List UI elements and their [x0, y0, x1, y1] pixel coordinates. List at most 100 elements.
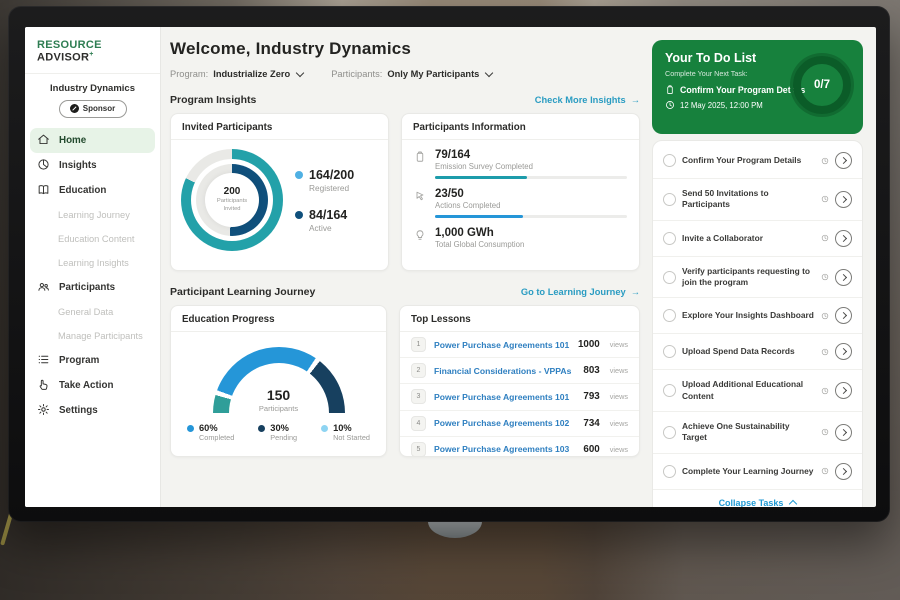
checkbox[interactable]: [663, 465, 676, 478]
clock-icon: [821, 428, 829, 436]
learning-journey-heading: Participant Learning Journey: [170, 286, 315, 298]
sidebar-item-manage-participants[interactable]: Manage Participants: [25, 324, 160, 348]
clock-icon: [821, 348, 829, 356]
participants-filter-label: Participants:: [331, 69, 382, 79]
chevron-right-button[interactable]: [835, 230, 852, 247]
task-label: Upload Spend Data Records: [682, 346, 815, 357]
chevron-right-button[interactable]: [835, 191, 852, 208]
sidebar-item-learning-journey[interactable]: Learning Journey: [25, 203, 160, 227]
sidebar-item-participants[interactable]: Participants: [25, 275, 160, 300]
task-row-upload-educational-content[interactable]: Upload Additional Educational Content: [653, 370, 862, 412]
task-row-achieve-sustainability-target[interactable]: Achieve One Sustainability Target: [653, 412, 862, 454]
sidebar-item-take-action[interactable]: Take Action: [25, 373, 160, 398]
task-label: Invite a Collaborator: [682, 233, 815, 244]
checkbox[interactable]: [663, 232, 676, 245]
lesson-views: 600: [583, 444, 599, 455]
task-label: Send 50 Invitations to Participants: [682, 188, 815, 211]
lesson-row[interactable]: 1 Power Purchase Agreements 101 1000 vie…: [400, 332, 639, 358]
task-label: Complete Your Learning Journey: [682, 466, 815, 477]
program-dropdown[interactable]: Program: Industrialize Zero: [170, 69, 303, 79]
gear-icon: [37, 403, 51, 417]
chevron-right-button[interactable]: [835, 307, 852, 324]
brand-secondary: ADVISOR: [37, 52, 89, 64]
checkbox[interactable]: [663, 271, 676, 284]
lesson-link[interactable]: Financial Considerations - VPPAs: [434, 366, 575, 376]
chevron-right-button[interactable]: [835, 463, 852, 480]
task-row-upload-spend-data[interactable]: Upload Spend Data Records: [653, 334, 862, 370]
task-label: Achieve One Sustainability Target: [682, 421, 815, 444]
consumption-row: 1,000 GWh Total Global Consumption: [414, 227, 627, 249]
donut-center-value: 200: [224, 186, 241, 197]
card-title: Participants Information: [402, 114, 639, 140]
registered-dot-icon: [295, 171, 303, 179]
lesson-link[interactable]: Power Purchase Agreements 101: [434, 392, 575, 402]
task-row-complete-learning-journey[interactable]: Complete Your Learning Journey: [653, 454, 862, 490]
sidebar-item-home[interactable]: Home: [30, 128, 155, 153]
task-row-invite-collaborator[interactable]: Invite a Collaborator: [653, 221, 862, 257]
checkbox[interactable]: [663, 384, 676, 397]
lesson-row[interactable]: 4 Power Purchase Agreements 102 734 view…: [400, 411, 639, 437]
sidebar-item-learning-insights[interactable]: Learning Insights: [25, 251, 160, 275]
card-title: Education Progress: [171, 306, 386, 332]
main-content: Welcome, Industry Dynamics Program: Indu…: [170, 27, 640, 507]
not-started-label: Not Started: [333, 433, 370, 442]
actions-completed-row: 23/50 Actions Completed: [414, 188, 627, 218]
participants-filter-value: Only My Participants: [387, 69, 479, 79]
chevron-right-icon: [839, 157, 846, 164]
monitor-bezel: RESOURCE ADVISOR+ Industry Dynamics Spon…: [8, 6, 890, 522]
lesson-link[interactable]: Power Purchase Agreements 103: [434, 444, 575, 454]
sidebar-item-label: Insights: [59, 160, 97, 171]
sidebar-item-settings[interactable]: Settings: [25, 398, 160, 423]
checkbox[interactable]: [663, 154, 676, 167]
checkbox[interactable]: [663, 345, 676, 358]
emission-survey-label: Emission Survey Completed: [435, 162, 627, 171]
lesson-link[interactable]: Power Purchase Agreements 102: [434, 418, 575, 428]
tasks-card: Confirm Your Program Details Send 50 Inv…: [652, 140, 863, 507]
filters-bar: Program: Industrialize Zero Participants…: [170, 69, 640, 79]
completed-dot-icon: [187, 425, 194, 432]
sidebar-item-education-content[interactable]: Education Content: [25, 227, 160, 251]
todo-summary-card: Your To Do List Complete Your Next Task:…: [652, 40, 863, 134]
chevron-right-button[interactable]: [835, 152, 852, 169]
chevron-right-button[interactable]: [835, 382, 852, 399]
lesson-row[interactable]: 5 Power Purchase Agreements 103 600 view…: [400, 437, 639, 462]
active-value: 84/164: [309, 208, 347, 222]
program-filter-value: Industrialize Zero: [213, 69, 290, 79]
hand-icon: [37, 378, 51, 392]
chevron-right-button[interactable]: [835, 343, 852, 360]
sidebar-item-label: Participants: [59, 282, 115, 293]
task-row-verify-participants[interactable]: Verify participants requesting to join t…: [653, 257, 862, 299]
collapse-tasks-link[interactable]: Collapse Tasks: [653, 490, 862, 507]
sidebar-item-general-data[interactable]: General Data: [25, 300, 160, 324]
clock-icon: [665, 100, 675, 110]
go-to-learning-journey-link[interactable]: Go to Learning Journey →: [521, 287, 640, 297]
task-row-send-invitations[interactable]: Send 50 Invitations to Participants: [653, 179, 862, 221]
checkbox[interactable]: [663, 309, 676, 322]
task-row-explore-insights[interactable]: Explore Your Insights Dashboard: [653, 298, 862, 334]
lesson-link[interactable]: Power Purchase Agreements 101: [434, 340, 570, 350]
sponsor-label: Sponsor: [83, 104, 115, 113]
chevron-right-button[interactable]: [835, 424, 852, 441]
consumption-value: 1,000 GWh: [435, 227, 524, 239]
book-icon: [37, 183, 51, 197]
checkbox[interactable]: [663, 193, 676, 206]
clipboard-icon: [665, 85, 675, 95]
chevron-right-button[interactable]: [835, 269, 852, 286]
bulb-icon: [414, 229, 427, 249]
arrow-right-icon: →: [631, 287, 640, 297]
lesson-row[interactable]: 3 Power Purchase Agreements 101 793 view…: [400, 384, 639, 410]
pending-label: Pending: [270, 433, 297, 442]
check-more-insights-link[interactable]: Check More Insights →: [535, 95, 640, 105]
lesson-rank: 3: [411, 389, 426, 404]
sponsor-badge[interactable]: Sponsor: [59, 100, 127, 118]
lesson-rank: 1: [411, 337, 426, 352]
participants-dropdown[interactable]: Participants: Only My Participants: [331, 69, 492, 79]
checkbox[interactable]: [663, 426, 676, 439]
sidebar-item-education[interactable]: Education: [25, 178, 160, 203]
sidebar-item-insights[interactable]: Insights: [25, 153, 160, 178]
task-row-confirm-program-details[interactable]: Confirm Your Program Details: [653, 143, 862, 179]
sidebar-item-program[interactable]: Program: [25, 348, 160, 373]
lesson-row[interactable]: 2 Financial Considerations - VPPAs 803 v…: [400, 358, 639, 384]
gauge-center: 150 Participants: [213, 387, 345, 413]
active-dot-icon: [295, 211, 303, 219]
